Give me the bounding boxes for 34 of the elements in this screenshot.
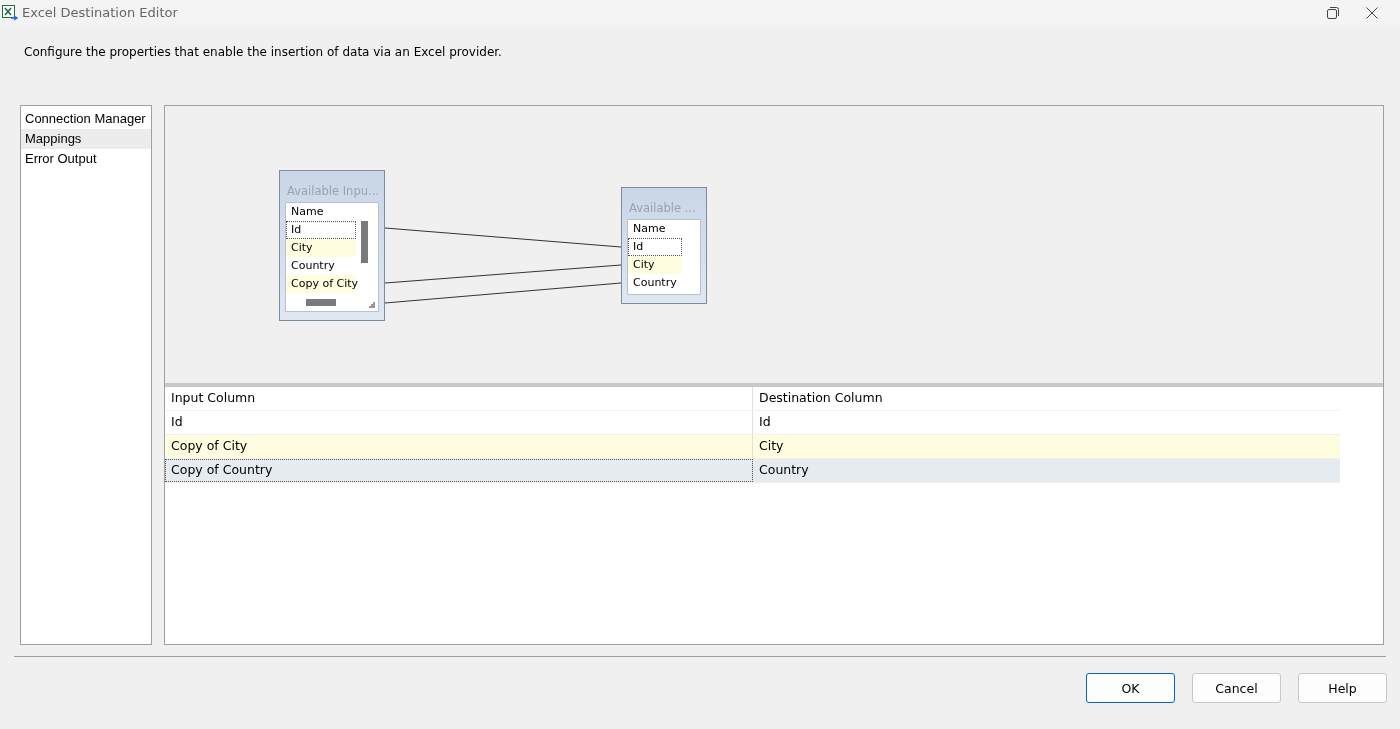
scrollbar-thumb[interactable] bbox=[306, 299, 336, 306]
box-title: Available Inpu... bbox=[286, 183, 379, 200]
sidebar-item[interactable]: Error Output bbox=[21, 149, 151, 169]
column-item[interactable]: Copy of City bbox=[286, 275, 356, 293]
table-cell: Id bbox=[165, 411, 753, 434]
table-row[interactable]: Copy of City City bbox=[165, 435, 1340, 459]
box-title: Available ... bbox=[628, 200, 697, 217]
column-item[interactable]: Id bbox=[628, 238, 682, 256]
list-header: Name bbox=[632, 221, 667, 237]
sidebar-item[interactable]: Mappings bbox=[21, 129, 151, 149]
table-cell: Copy of Country bbox=[165, 459, 753, 482]
list-header: Name bbox=[290, 204, 325, 220]
dialog-button[interactable]: Help bbox=[1298, 673, 1387, 703]
sidebar-item[interactable]: Connection Manager bbox=[21, 109, 151, 129]
table-row[interactable]: Copy of Country Country bbox=[165, 459, 1340, 483]
column-item[interactable]: Id bbox=[286, 221, 356, 239]
window-title: Excel Destination Editor bbox=[22, 5, 178, 20]
table-cell-text: City bbox=[758, 437, 785, 455]
resize-grip-icon[interactable] bbox=[369, 302, 375, 308]
table-cell-text: Id bbox=[758, 413, 772, 431]
column-item[interactable]: City bbox=[628, 256, 682, 274]
column-item[interactable]: Country bbox=[628, 274, 682, 292]
destination-columns-box[interactable]: Available ... Name Id City Country bbox=[621, 187, 707, 304]
column-item[interactable]: Country bbox=[286, 257, 356, 275]
table-cell: Copy of City bbox=[165, 435, 753, 458]
dialog-button[interactable]: Cancel bbox=[1192, 673, 1281, 703]
dialog-button[interactable]: OK bbox=[1086, 673, 1175, 703]
close-icon[interactable] bbox=[1366, 6, 1378, 19]
table-cell-text: Country bbox=[758, 461, 810, 479]
column-item[interactable]: City bbox=[286, 239, 356, 257]
scrollbar-thumb[interactable] bbox=[361, 221, 368, 263]
description-text: Configure the properties that enable the insertion of data via an Excel provider. bbox=[24, 45, 503, 61]
restore-icon[interactable] bbox=[1327, 6, 1339, 19]
input-columns-box[interactable]: Available Inpu... Name Id City Country Copy of City bbox=[279, 170, 385, 321]
